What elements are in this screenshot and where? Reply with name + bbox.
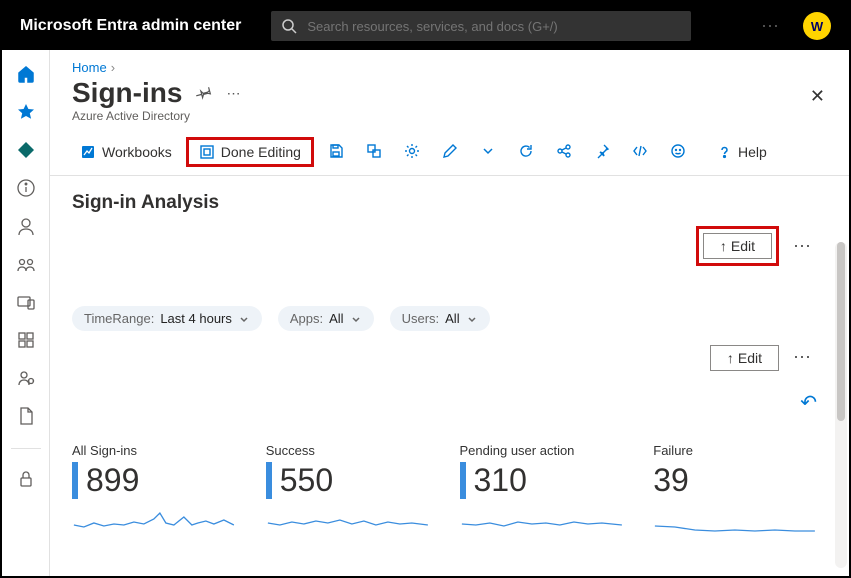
edit-pencil-icon[interactable] bbox=[434, 139, 466, 166]
apps-icon[interactable] bbox=[16, 330, 36, 350]
users-filter[interactable]: Users: All bbox=[390, 306, 490, 331]
info-icon[interactable] bbox=[16, 178, 36, 198]
apps-filter[interactable]: Apps: All bbox=[278, 306, 374, 331]
top-bar: Microsoft Entra admin center ⋯ W bbox=[2, 2, 849, 50]
search-icon bbox=[281, 18, 297, 34]
main-area: ✕ Home › Sign-ins ⋯ Azure Active Directo… bbox=[50, 50, 849, 576]
sparkline bbox=[460, 505, 624, 535]
home-icon[interactable] bbox=[16, 64, 36, 84]
vertical-scrollbar[interactable] bbox=[835, 242, 847, 568]
user-icon[interactable] bbox=[16, 216, 36, 236]
edit-section-button-1[interactable]: ↑ Edit bbox=[703, 233, 772, 259]
left-rail bbox=[2, 50, 50, 576]
metric-success: Success 550 bbox=[266, 443, 430, 538]
save-as-icon[interactable] bbox=[358, 139, 390, 166]
roles-icon[interactable] bbox=[16, 368, 36, 388]
diamond-icon[interactable] bbox=[16, 140, 36, 160]
metrics-row: All Sign-ins 899 Success 550 Pending use… bbox=[72, 443, 817, 538]
help-button[interactable]: Help bbox=[708, 140, 775, 164]
close-icon[interactable]: ✕ bbox=[810, 86, 825, 107]
header-more-icon[interactable]: ⋯ bbox=[226, 85, 241, 102]
section-more-1[interactable]: ⋯ bbox=[789, 232, 817, 261]
chevron-down-icon bbox=[350, 313, 362, 325]
breadcrumb: Home › bbox=[50, 50, 849, 75]
workbook-content: Sign-in Analysis ↑ Edit ⋯ TimeRange: Las… bbox=[50, 176, 849, 542]
metric-pending: Pending user action 310 bbox=[460, 443, 624, 538]
done-editing-highlight: Done Editing bbox=[186, 137, 314, 167]
arrow-up-icon: ↑ bbox=[720, 238, 727, 254]
code-icon[interactable] bbox=[624, 139, 656, 166]
breadcrumb-home[interactable]: Home bbox=[72, 60, 107, 75]
favorites-icon[interactable] bbox=[16, 102, 36, 122]
settings-icon[interactable] bbox=[396, 139, 428, 166]
pin-toolbar-icon[interactable] bbox=[586, 139, 618, 166]
done-editing-button[interactable]: Done Editing bbox=[195, 142, 305, 162]
feedback-icon[interactable] bbox=[662, 139, 694, 166]
page-title: Sign-ins bbox=[72, 77, 182, 109]
scrollbar-thumb[interactable] bbox=[837, 242, 845, 421]
metric-all-signins: All Sign-ins 899 bbox=[72, 443, 236, 538]
chevron-down-icon bbox=[466, 313, 478, 325]
edit-highlight: ↑ Edit bbox=[696, 226, 779, 266]
sparkline bbox=[653, 505, 817, 535]
global-search[interactable] bbox=[271, 11, 691, 41]
page-subtitle: Azure Active Directory bbox=[50, 109, 849, 133]
topbar-more-icon[interactable]: ⋯ bbox=[757, 12, 785, 41]
arrow-up-icon: ↑ bbox=[727, 350, 734, 366]
filter-row: TimeRange: Last 4 hours Apps: All Users:… bbox=[72, 306, 817, 331]
sparkline bbox=[266, 505, 430, 535]
user-avatar[interactable]: W bbox=[803, 12, 831, 40]
save-icon[interactable] bbox=[320, 139, 352, 166]
command-bar: Workbooks Done Editing Help bbox=[50, 133, 849, 176]
chevron-right-icon: › bbox=[111, 60, 115, 75]
lock-icon[interactable] bbox=[16, 469, 36, 489]
undo-icon[interactable]: ↶ bbox=[800, 390, 817, 415]
groups-icon[interactable] bbox=[16, 254, 36, 274]
workbooks-button[interactable]: Workbooks bbox=[72, 140, 180, 164]
section-more-2[interactable]: ⋯ bbox=[789, 343, 817, 372]
edit-section-button-2[interactable]: ↑ Edit bbox=[710, 345, 779, 371]
chevron-down-icon[interactable] bbox=[472, 139, 504, 166]
product-title: Microsoft Entra admin center bbox=[20, 17, 241, 35]
devices-icon[interactable] bbox=[16, 292, 36, 312]
chevron-down-icon bbox=[238, 313, 250, 325]
metric-failure: Failure 39 bbox=[653, 443, 817, 538]
refresh-icon[interactable] bbox=[510, 139, 542, 166]
document-icon[interactable] bbox=[16, 406, 36, 426]
search-input[interactable] bbox=[305, 18, 681, 35]
share-icon[interactable] bbox=[548, 139, 580, 166]
section-title: Sign-in Analysis bbox=[72, 192, 817, 214]
timerange-filter[interactable]: TimeRange: Last 4 hours bbox=[72, 306, 262, 331]
pin-icon[interactable] bbox=[196, 84, 212, 103]
sparkline bbox=[72, 505, 236, 535]
